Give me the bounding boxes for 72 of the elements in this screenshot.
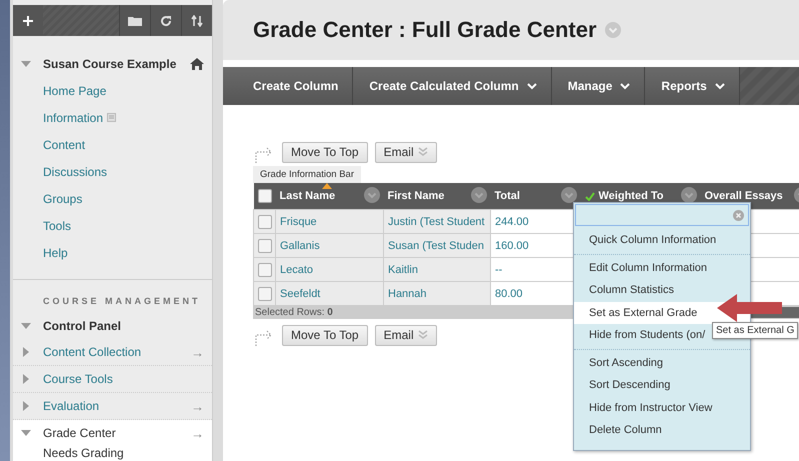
- chevron-icon: [714, 82, 725, 90]
- sort-icon[interactable]: [190, 14, 204, 26]
- selected-rows-count: Selected Rows: 0: [254, 307, 333, 318]
- last-name-cell[interactable]: Frisque: [280, 216, 317, 228]
- expand-triangle-icon[interactable]: [21, 347, 31, 357]
- course-menu-link[interactable]: Groups: [43, 192, 82, 206]
- menu-item[interactable]: Sort Ascending: [574, 352, 750, 374]
- menu-item[interactable]: Delete Column: [574, 419, 750, 442]
- expand-triangle-icon[interactable]: [21, 320, 31, 330]
- menu-item[interactable]: Quick Column Information: [574, 229, 750, 252]
- course-menu-link[interactable]: Home Page: [43, 84, 106, 98]
- menu-item[interactable]: Hide from Instructor View: [574, 396, 750, 419]
- total-cell[interactable]: 244.00: [495, 216, 529, 228]
- control-panel-item[interactable]: Content Collection →: [13, 339, 212, 366]
- first-name-cell[interactable]: Hannah: [388, 288, 427, 300]
- menu-search-field[interactable]: [575, 204, 749, 226]
- menu-item[interactable]: Sort Descending: [574, 374, 750, 396]
- add-icon[interactable]: [22, 14, 34, 26]
- last-name-cell[interactable]: Gallanis: [280, 240, 320, 252]
- course-title[interactable]: Susan Course Example: [43, 56, 176, 70]
- total-cell[interactable]: 160.00: [495, 240, 529, 252]
- row-checkbox[interactable]: [258, 262, 272, 276]
- control-panel-item[interactable]: Grade Center →: [13, 420, 212, 446]
- column-menu-icon[interactable]: [560, 186, 576, 202]
- action-bar-button[interactable]: Manage: [552, 67, 646, 105]
- expand-triangle-icon[interactable]: [21, 428, 31, 438]
- action-bar-button[interactable]: Create Calculated Column: [353, 67, 552, 105]
- column-menu-icon[interactable]: [364, 186, 380, 202]
- course-menu-link[interactable]: Information: [43, 110, 104, 124]
- column-menu-icon[interactable]: [680, 186, 696, 202]
- info-bar-tab[interactable]: Grade Information Bar: [253, 166, 361, 183]
- total-cell[interactable]: 80.00: [495, 288, 523, 300]
- menu-item[interactable]: Column Statistics: [574, 279, 750, 302]
- course-menu-link[interactable]: Help: [43, 246, 68, 260]
- expand-triangle-icon[interactable]: [21, 401, 31, 411]
- control-panel-title[interactable]: Control Panel: [43, 318, 122, 332]
- submenu-link[interactable]: Needs Grading: [13, 446, 212, 461]
- last-name-cell[interactable]: Seefeldt: [280, 288, 320, 300]
- expand-triangle-icon[interactable]: [21, 374, 31, 384]
- total-cell[interactable]: --: [495, 264, 502, 276]
- course-menu-link[interactable]: Tools: [43, 218, 72, 232]
- tooltip: Set as External G: [712, 322, 798, 339]
- home-icon[interactable]: [190, 58, 204, 70]
- pointer-arrow-icon: [717, 293, 783, 323]
- row-checkbox[interactable]: [258, 286, 272, 300]
- toolbar-button[interactable]: Email: [374, 324, 437, 346]
- first-name-cell[interactable]: Kaitlin: [388, 264, 418, 276]
- last-name-cell[interactable]: Lecato: [280, 264, 314, 276]
- folder-icon[interactable]: [128, 15, 142, 26]
- section-heading: COURSE MANAGEMENT: [42, 296, 202, 308]
- chevron-icon: [526, 82, 537, 90]
- page-title: Grade Center : Full Grade Center: [253, 17, 597, 43]
- double-chevron-icon: [418, 147, 428, 157]
- column-menu-icon[interactable]: [470, 186, 486, 202]
- row-checkbox[interactable]: [258, 238, 272, 252]
- chevron-icon: [620, 82, 630, 90]
- toolbar-button[interactable]: Move To Top: [282, 324, 368, 346]
- course-menu-link[interactable]: Discussions: [43, 164, 108, 178]
- menu-item[interactable]: Edit Column Information: [574, 256, 750, 279]
- action-bar-button[interactable]: Create Column: [223, 67, 354, 105]
- close-icon[interactable]: [733, 210, 744, 220]
- column-header[interactable]: Total: [494, 190, 520, 202]
- title-menu-icon[interactable]: [604, 22, 621, 38]
- toolbar-button[interactable]: Move To Top: [282, 142, 368, 162]
- select-all-checkbox[interactable]: [258, 189, 272, 203]
- refresh-icon[interactable]: [160, 14, 172, 26]
- control-panel-item[interactable]: Course Tools: [13, 366, 212, 393]
- double-chevron-icon: [418, 330, 428, 340]
- toolbar-button[interactable]: Email: [374, 142, 437, 162]
- course-menu-link[interactable]: Content: [43, 138, 86, 152]
- row-checkbox[interactable]: [258, 214, 272, 228]
- expand-triangle-icon[interactable]: [21, 58, 31, 68]
